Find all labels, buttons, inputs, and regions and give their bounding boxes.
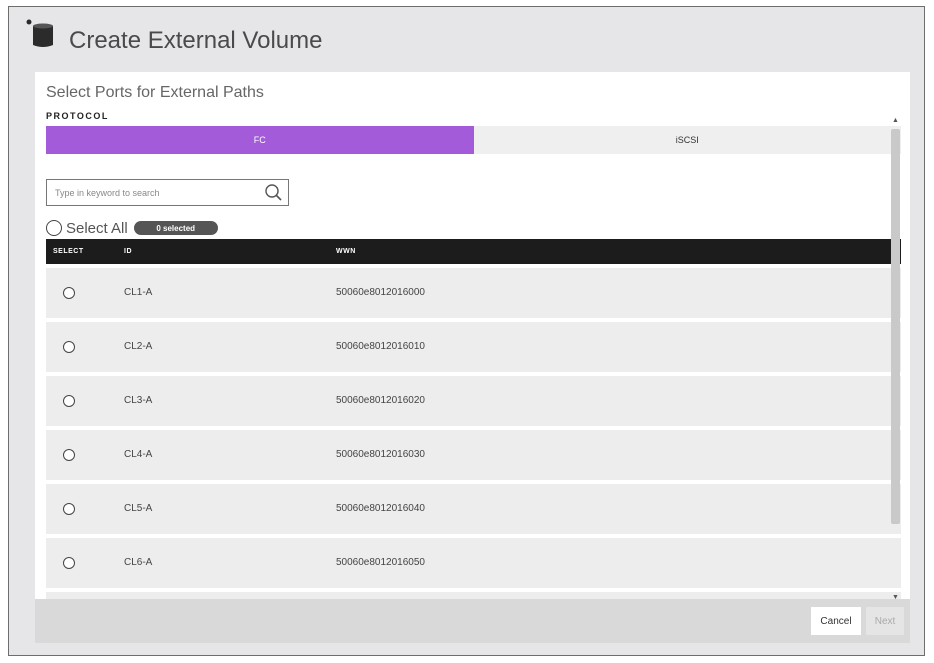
search-input[interactable] xyxy=(47,180,262,205)
port-wwn: 50060e8012016010 xyxy=(336,341,425,352)
table-row[interactable]: CL3-A 50060e8012016020 xyxy=(46,376,901,426)
row-select-radio[interactable] xyxy=(63,449,75,461)
column-header-id: ID xyxy=(124,248,132,255)
port-id: CL2-A xyxy=(124,341,153,352)
port-id: CL6-A xyxy=(124,557,153,568)
select-all-label[interactable]: Select All xyxy=(66,220,128,237)
table-row[interactable]: CL2-A 50060e8012016010 xyxy=(46,322,901,372)
table-row[interactable]: CL4-A 50060e8012016030 xyxy=(46,430,901,480)
tab-fc[interactable]: FC xyxy=(46,126,474,154)
storage-volume-icon xyxy=(26,19,53,47)
protocol-tabs: FC iSCSI xyxy=(46,126,901,154)
port-wwn: 50060e8012016030 xyxy=(336,449,425,460)
next-button[interactable]: Next xyxy=(866,607,904,635)
port-id: CL1-A xyxy=(124,287,153,298)
row-select-radio[interactable] xyxy=(63,287,75,299)
port-wwn: 50060e8012016040 xyxy=(336,503,425,514)
tab-iscsi[interactable]: iSCSI xyxy=(473,126,901,154)
table-row[interactable]: CL1-A 50060e8012016000 xyxy=(46,268,901,318)
port-id: CL5-A xyxy=(124,503,153,514)
table-row-partial[interactable] xyxy=(46,592,901,599)
scrollbar-thumb[interactable] xyxy=(891,129,900,524)
search-box xyxy=(46,179,289,206)
select-all-radio[interactable] xyxy=(46,220,62,236)
port-wwn: 50060e8012016050 xyxy=(336,557,425,568)
port-wwn: 50060e8012016000 xyxy=(336,287,425,298)
dialog-header: Create External Volume xyxy=(9,7,924,71)
scroll-up-icon[interactable]: ▲ xyxy=(891,117,900,125)
column-header-wwn: WWN xyxy=(336,248,356,255)
table-row[interactable]: CL6-A 50060e8012016050 xyxy=(46,538,901,588)
search-icon[interactable] xyxy=(262,182,284,204)
panel-subtitle: Select Ports for External Paths xyxy=(46,84,264,101)
dialog-footer: Cancel Next xyxy=(35,599,910,643)
port-id: CL4-A xyxy=(124,449,153,460)
row-select-radio[interactable] xyxy=(63,557,75,569)
protocol-label: PROTOCOL xyxy=(46,111,109,121)
port-id: CL3-A xyxy=(124,395,153,406)
row-select-radio[interactable] xyxy=(63,341,75,353)
dialog-title: Create External Volume xyxy=(69,27,323,54)
table-row[interactable]: CL5-A 50060e8012016040 xyxy=(46,484,901,534)
vertical-scrollbar[interactable]: ▲ ▼ xyxy=(889,117,902,602)
row-select-radio[interactable] xyxy=(63,503,75,515)
selected-count-badge: 0 selected xyxy=(133,221,218,235)
port-wwn: 50060e8012016020 xyxy=(336,395,425,406)
create-external-volume-dialog: Create External Volume Select Ports for … xyxy=(8,6,925,656)
content-panel: Select Ports for External Paths PROTOCOL… xyxy=(35,72,910,599)
table-header: SELECT ID WWN xyxy=(46,239,901,264)
select-all-row: Select All 0 selected xyxy=(46,218,218,238)
row-select-radio[interactable] xyxy=(63,395,75,407)
cancel-button[interactable]: Cancel xyxy=(811,607,861,635)
ports-table: SELECT ID WWN CL1-A 50060e8012016000 CL2… xyxy=(46,239,901,599)
column-header-select: SELECT xyxy=(53,248,84,255)
